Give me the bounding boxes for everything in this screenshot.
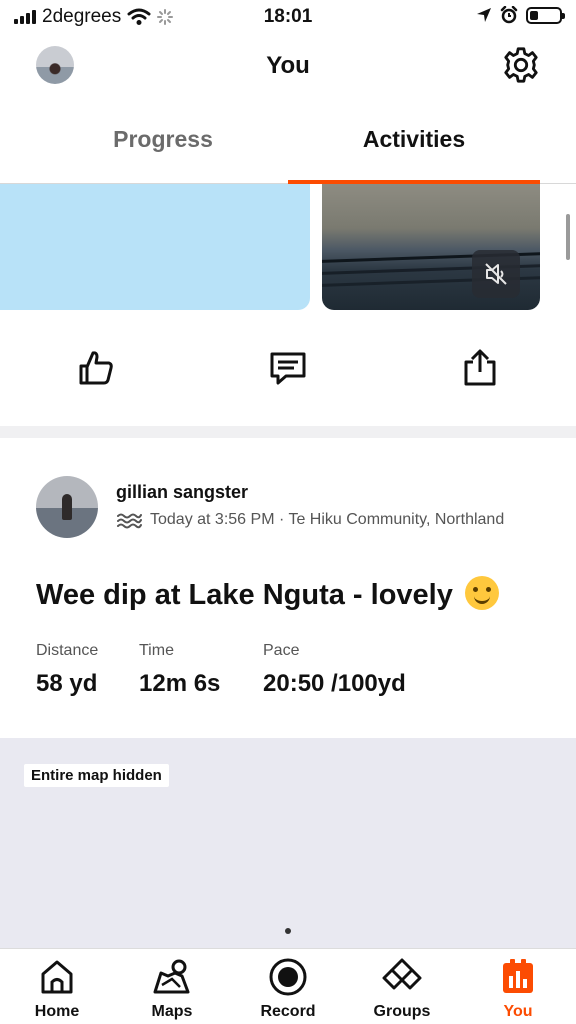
nav-you[interactable]: You (468, 957, 568, 1021)
location-arrow-icon (477, 8, 491, 22)
athlete-avatar[interactable] (36, 476, 98, 538)
record-icon (269, 958, 307, 996)
activity-actions (0, 340, 576, 400)
nav-label: Maps (151, 1003, 193, 1020)
speaker-muted-icon (485, 263, 507, 285)
nav-groups[interactable]: Groups (352, 957, 452, 1021)
mute-button[interactable] (472, 250, 520, 298)
nav-maps[interactable]: Maps (122, 957, 222, 1021)
activity-meta-text: Today at 3:56 PM · Te Hiku Community, No… (150, 511, 505, 528)
stat-distance: Distance 58 yd (36, 642, 98, 698)
nav-label: Home (34, 1003, 80, 1020)
stat-value: 12m 6s (139, 670, 221, 697)
media-placeholder[interactable] (0, 184, 310, 310)
nav-label: Groups (373, 1003, 431, 1020)
scrollbar[interactable] (566, 214, 570, 260)
athlete-name[interactable]: gillian sangster (116, 482, 248, 503)
smiling-face-emoji (464, 576, 499, 610)
stat-label: Pace (263, 642, 300, 659)
status-right (476, 6, 565, 24)
nav-record[interactable]: Record (238, 957, 338, 1021)
activity-video[interactable] (322, 184, 540, 310)
tab-activities[interactable]: Activities (289, 126, 539, 153)
tab-bar: Progress Activities (0, 100, 576, 184)
tab-progress[interactable]: Progress (38, 126, 288, 153)
page-title: You (266, 52, 310, 79)
home-icon (41, 960, 73, 994)
stat-time: Time 12m 6s (139, 642, 220, 698)
carousel-page-indicator (285, 928, 291, 934)
stat-label: Distance (36, 642, 99, 659)
activity-title-text: Wee dip at Lake Nguta - lovely (36, 579, 453, 611)
battery-icon (526, 6, 565, 24)
activity-title[interactable]: Wee dip at Lake Nguta - lovely (36, 576, 499, 612)
stat-pace: Pace 20:50 /100yd (263, 642, 406, 698)
activity-stats: Distance 58 yd Time 12m 6s Pace 20:50 /1… (36, 642, 556, 702)
alarm-icon (500, 6, 518, 24)
comment-icon[interactable] (268, 348, 308, 388)
gear-icon[interactable] (502, 46, 540, 84)
nav-label: You (503, 1003, 533, 1020)
groups-icon (382, 958, 422, 990)
maps-icon (153, 959, 190, 994)
stat-label: Time (139, 642, 174, 659)
bottom-nav: Home Maps Record Groups You (0, 948, 576, 1024)
nav-label: Record (260, 1003, 316, 1020)
stat-value: 20:50 /100yd (263, 670, 406, 697)
nav-home[interactable]: Home (7, 957, 107, 1021)
swim-icon (117, 513, 142, 529)
activity-meta: Today at 3:56 PM · Te Hiku Community, No… (116, 510, 504, 530)
stat-value: 58 yd (36, 670, 98, 697)
media-carousel[interactable] (0, 184, 576, 310)
feed-divider (0, 426, 576, 438)
status-bar: 2degrees 18:01 (0, 0, 576, 34)
share-icon[interactable] (460, 348, 500, 388)
activity-map[interactable]: Entire map hidden (0, 738, 576, 948)
header: You (0, 34, 576, 100)
map-hidden-badge: Entire map hidden (24, 764, 169, 787)
you-icon (503, 959, 533, 993)
thumbs-up-icon[interactable] (76, 348, 116, 388)
